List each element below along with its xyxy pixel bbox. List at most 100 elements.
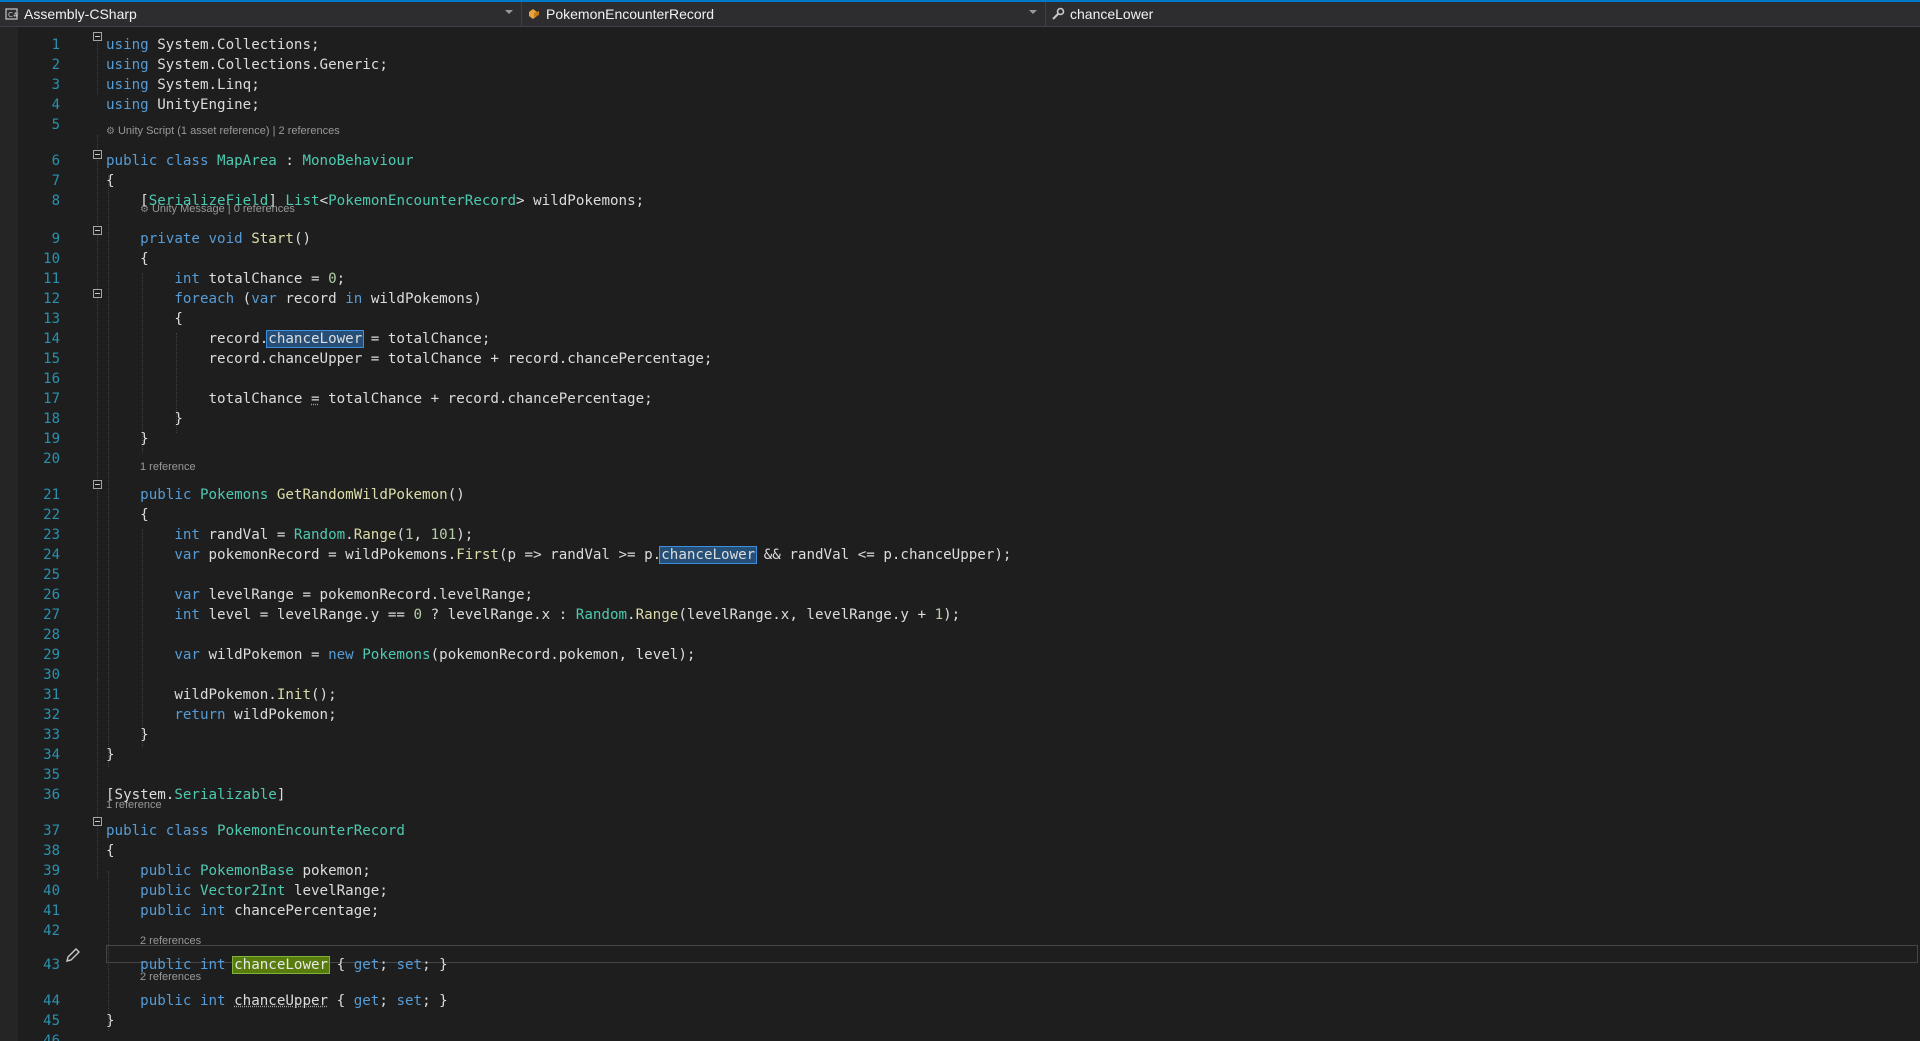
- code-text: public class MapArea : MonoBehaviour: [106, 151, 414, 171]
- code-line[interactable]: 29 var wildPokemon = new Pokemons(pokemo…: [0, 645, 1920, 665]
- code-text: {: [106, 249, 149, 269]
- code-token: record: [285, 291, 346, 307]
- code-line[interactable]: 9 private void Start(): [0, 229, 1920, 249]
- code-line[interactable]: 25: [0, 565, 1920, 585]
- line-number: 40: [43, 883, 60, 899]
- code-line[interactable]: 44 public int chanceUpper { get; set; }: [0, 991, 1920, 1011]
- line-number: 12: [43, 291, 60, 307]
- code-token: {: [328, 957, 354, 973]
- code-token: totalChance + record.chancePercentage;: [319, 391, 653, 407]
- code-token: {: [106, 173, 115, 189]
- code-token: public int: [106, 993, 235, 1009]
- code-line[interactable]: 24 var pokemonRecord = wildPokemons.Firs…: [0, 545, 1920, 565]
- code-line[interactable]: 2 using System.Collections.Generic;: [0, 55, 1920, 75]
- code-line[interactable]: 41 public int chancePercentage;: [0, 901, 1920, 921]
- line-number: 44: [43, 993, 60, 1009]
- code-text: public Vector2Int levelRange;: [106, 881, 388, 901]
- code-line[interactable]: 35: [0, 765, 1920, 785]
- code-line[interactable]: 7{: [0, 171, 1920, 191]
- code-token: (: [242, 291, 252, 307]
- code-line[interactable]: 37 public class PokemonEncounterRecord: [0, 821, 1920, 841]
- code-token: [: [106, 193, 149, 209]
- code-token: ,: [413, 527, 431, 543]
- code-line[interactable]: 36 [System.Serializable]: [0, 785, 1920, 805]
- code-line[interactable]: 33 }: [0, 725, 1920, 745]
- code-line[interactable]: 21 public Pokemons GetRandomWildPokemon(…: [0, 485, 1920, 505]
- code-line[interactable]: 38 {: [0, 841, 1920, 861]
- code-line[interactable]: 32 return wildPokemon;: [0, 705, 1920, 725]
- project-dropdown[interactable]: C# Assembly-CSharp: [0, 2, 522, 26]
- code-line[interactable]: 16: [0, 369, 1920, 389]
- code-line[interactable]: 13 {: [0, 309, 1920, 329]
- line-number: 2: [51, 57, 60, 73]
- code-line[interactable]: 10 {: [0, 249, 1920, 269]
- code-line[interactable]: 28: [0, 625, 1920, 645]
- line-number: 14: [43, 331, 60, 347]
- code-line[interactable]: 23 int randVal = Random.Range(1, 101);: [0, 525, 1920, 545]
- code-line[interactable]: 40 public Vector2Int levelRange;: [0, 881, 1920, 901]
- code-editor[interactable]: ⚙ Unity Script (1 asset reference) | 2 re…: [0, 27, 1920, 1041]
- code-token: ; }: [422, 957, 448, 973]
- code-token: Random: [293, 527, 346, 543]
- line-number: 36: [43, 787, 60, 803]
- line-number: 19: [43, 431, 60, 447]
- line-number: 25: [43, 567, 60, 583]
- code-line[interactable]: 22 {: [0, 505, 1920, 525]
- code-token: }: [106, 747, 115, 763]
- type-name: PokemonEncounterRecord: [546, 6, 715, 22]
- line-number: 39: [43, 863, 60, 879]
- code-token: Random: [575, 607, 628, 623]
- code-token: get: [353, 993, 380, 1009]
- type-dropdown[interactable]: PokemonEncounterRecord: [522, 2, 1046, 26]
- line-number: 17: [43, 391, 60, 407]
- code-token: (levelRange.x, levelRange.y +: [678, 607, 935, 623]
- code-text: record.chanceUpper = totalChance + recor…: [106, 349, 712, 369]
- code-line[interactable]: 30: [0, 665, 1920, 685]
- code-line[interactable]: 20: [0, 449, 1920, 469]
- code-line[interactable]: 39 public PokemonBase pokemon;: [0, 861, 1920, 881]
- code-token: wildPokemons): [370, 291, 482, 307]
- line-number: 16: [43, 371, 60, 387]
- code-line[interactable]: 19 }: [0, 429, 1920, 449]
- code-line[interactable]: 14 record.chanceLower = totalChance;: [0, 329, 1920, 349]
- code-line[interactable]: 27 int level = levelRange.y == 0 ? level…: [0, 605, 1920, 625]
- code-line[interactable]: 3 using System.Linq;: [0, 75, 1920, 95]
- code-text: [System.Serializable]: [106, 785, 285, 805]
- code-line[interactable]: 34}: [0, 745, 1920, 765]
- code-line[interactable]: 42: [0, 921, 1920, 941]
- code-line[interactable]: 6 public class MapArea : MonoBehaviour: [0, 151, 1920, 171]
- code-line[interactable]: 26 var levelRange = pokemonRecord.levelR…: [0, 585, 1920, 605]
- code-line[interactable]: 5: [0, 115, 1920, 135]
- code-line[interactable]: 45}: [0, 1011, 1920, 1031]
- code-line[interactable]: 17 totalChance = totalChance + record.ch…: [0, 389, 1920, 409]
- code-line[interactable]: 1 using System.Collections;: [0, 35, 1920, 55]
- code-line[interactable]: 15 record.chanceUpper = totalChance + re…: [0, 349, 1920, 369]
- line-number: 30: [43, 667, 60, 683]
- code-line[interactable]: 8 [SerializeField] List<PokemonEncounter…: [0, 191, 1920, 211]
- code-line[interactable]: 43 public int chanceLower { get; set; }: [0, 955, 1920, 975]
- code-token: levelRange;: [293, 883, 388, 899]
- code-line[interactable]: 11 int totalChance = 0;: [0, 269, 1920, 289]
- code-token: chanceUpper: [234, 993, 329, 1009]
- code-line[interactable]: 4 using UnityEngine;: [0, 95, 1920, 115]
- code-text: public Pokemons GetRandomWildPokemon(): [106, 485, 465, 505]
- code-token: using: [106, 97, 149, 113]
- code-text: public int chanceUpper { get; set; }: [106, 991, 448, 1011]
- line-number: 18: [43, 411, 60, 427]
- code-text: totalChance = totalChance + record.chanc…: [106, 389, 653, 409]
- code-line[interactable]: 31 wildPokemon.Init();: [0, 685, 1920, 705]
- code-text: [SerializeField] List<PokemonEncounterRe…: [106, 191, 644, 211]
- code-token: MonoBehaviour: [302, 153, 414, 169]
- code-token: Init: [276, 687, 312, 703]
- chevron-down-icon[interactable]: [1029, 10, 1037, 14]
- code-token: Vector2Int: [199, 883, 294, 899]
- code-token: {: [106, 507, 149, 523]
- chevron-down-icon[interactable]: [505, 10, 513, 14]
- code-line[interactable]: 18 }: [0, 409, 1920, 429]
- code-token: Pokemons: [362, 647, 431, 663]
- member-dropdown[interactable]: chanceLower: [1046, 2, 1570, 26]
- code-line[interactable]: 12 foreach (var record in wildPokemons): [0, 289, 1920, 309]
- code-token: level = levelRange.y ==: [208, 607, 414, 623]
- code-token: 1: [404, 527, 414, 543]
- line-number: 22: [43, 507, 60, 523]
